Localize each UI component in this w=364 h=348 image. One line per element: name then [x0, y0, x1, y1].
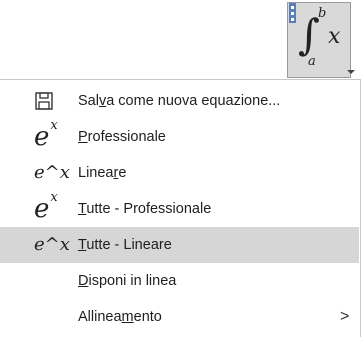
menu-item-label: Salva come nuova equazione... — [78, 93, 281, 109]
menu-item-save-as-new-equation[interactable]: Salva come nuova equazione... — [0, 83, 359, 119]
menu-item-alignment[interactable]: Allineamento > — [0, 299, 359, 335]
menu-item-label: Lineare — [78, 165, 127, 181]
menu-item-label: Tutte - Lineare — [78, 237, 172, 253]
linear-format-icon: e^x — [34, 162, 70, 183]
integrand-variable: x — [328, 24, 341, 49]
equation-content: ∫ b a x — [296, 6, 346, 72]
upper-limit: b — [318, 6, 327, 21]
linear-format-icon: e^x — [34, 234, 70, 255]
menu-item-display-inline[interactable]: Disponi in linea — [0, 263, 359, 299]
save-icon — [34, 86, 64, 116]
menu-item-professional[interactable]: ex Professionale — [0, 119, 359, 155]
handle-dot — [291, 18, 294, 21]
menu-item-linear[interactable]: e^x Lineare — [0, 155, 359, 191]
professional-format-icon: ex — [34, 118, 58, 152]
menu-item-all-professional[interactable]: ex Tutte - Professionale — [0, 191, 359, 227]
menu-item-label: Tutte - Professionale — [78, 201, 212, 217]
chevron-right-icon: > — [340, 308, 350, 325]
menu-item-label: Disponi in linea — [78, 273, 177, 289]
equation-context-menu: Salva come nuova equazione... ex Profess… — [0, 79, 361, 337]
menu-item-label: Professionale — [78, 129, 166, 145]
menu-item-all-linear[interactable]: e^x Tutte - Lineare — [0, 227, 359, 263]
handle-dot — [291, 12, 294, 15]
professional-format-icon: ex — [34, 190, 58, 224]
equation-drag-handle[interactable] — [289, 3, 296, 23]
integral-symbol: ∫ — [298, 10, 320, 59]
lower-limit: a — [308, 54, 316, 69]
equation-options-arrow-icon[interactable] — [347, 70, 355, 74]
handle-dot — [291, 6, 294, 9]
menu-item-label: Allineamento — [78, 309, 162, 325]
